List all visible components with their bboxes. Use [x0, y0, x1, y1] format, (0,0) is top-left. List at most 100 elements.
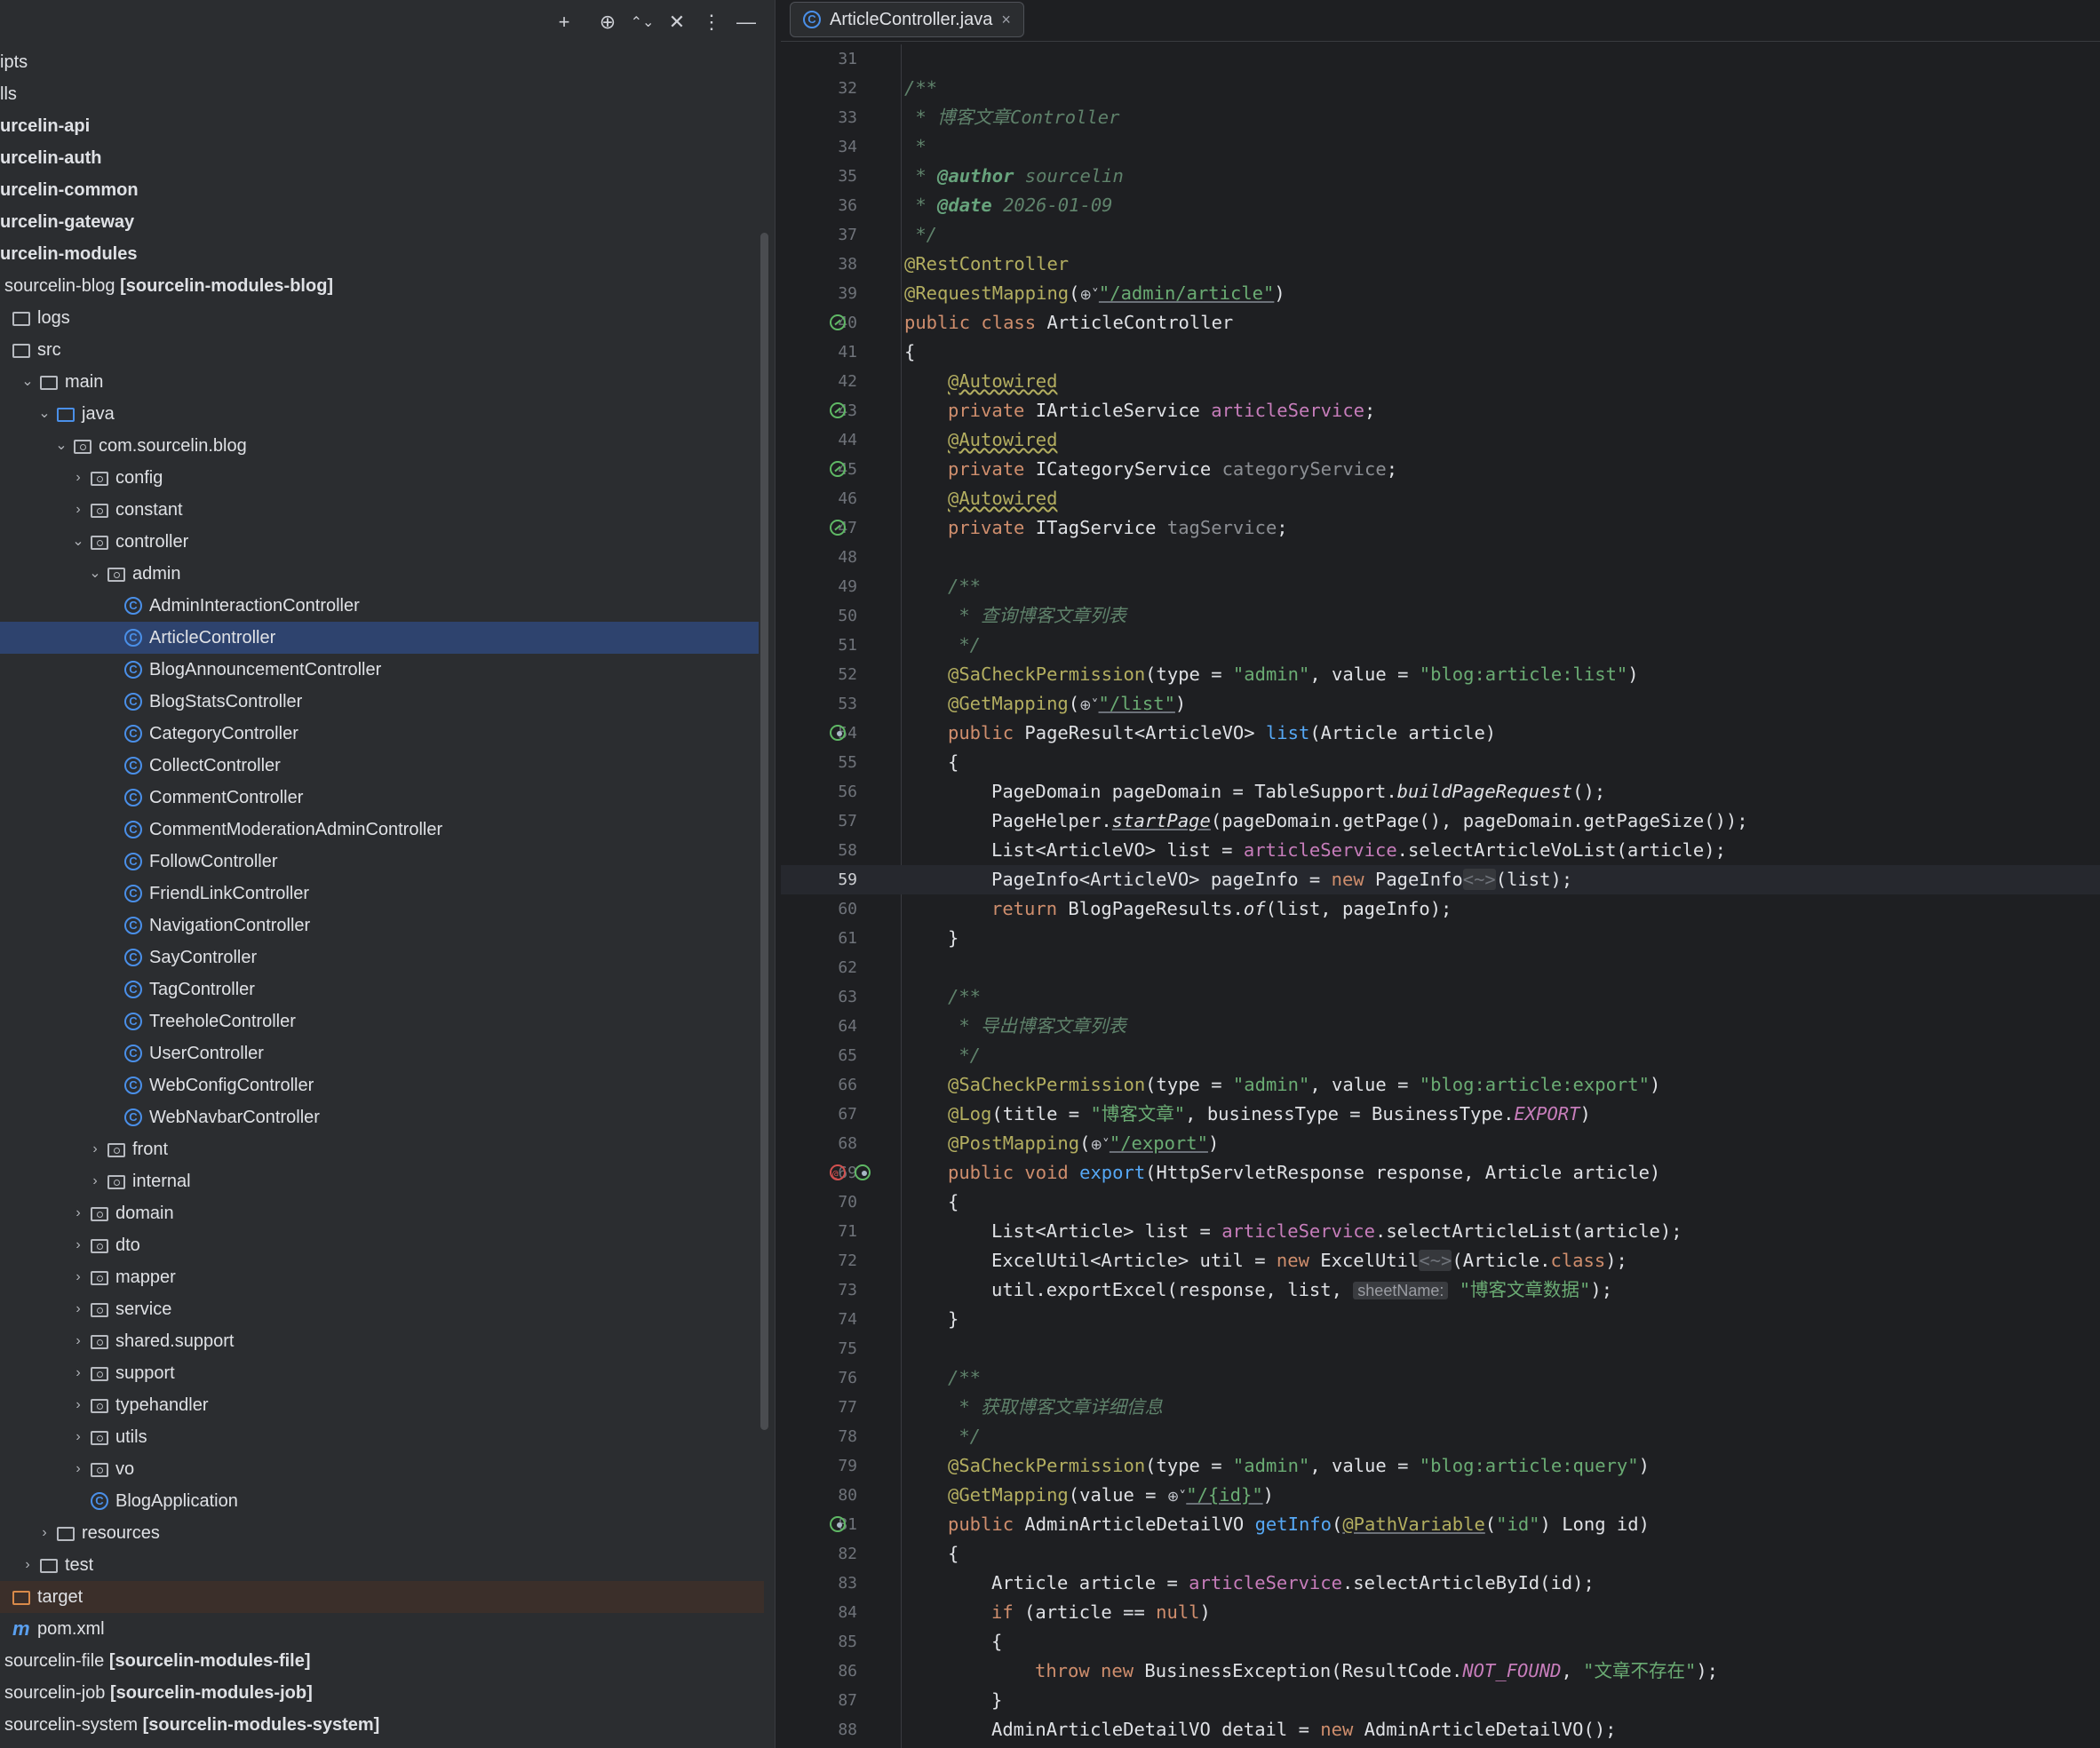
- chevron-down-icon[interactable]: ⌄: [36, 398, 53, 430]
- chevron-right-icon[interactable]: ›: [69, 1421, 87, 1453]
- code-line[interactable]: 87}: [781, 1686, 2100, 1715]
- code-line[interactable]: 57 PageHelper.startPage(pageDomain.getPag…: [781, 806, 2100, 836]
- code-line[interactable]: 44 @Autowired: [781, 425, 2100, 455]
- tree-item[interactable]: C UserController: [0, 1037, 764, 1069]
- code-line[interactable]: 67 @Log(title = "博客文章", businessType = Bu…: [781, 1100, 2100, 1129]
- tree-item[interactable]: › constant: [0, 494, 764, 526]
- new-file-icon[interactable]: +: [549, 7, 579, 37]
- collapse-all-icon[interactable]: ✕: [662, 7, 692, 37]
- tree-item[interactable]: sourcelin-system [sourcelin-modules-syst…: [0, 1709, 764, 1741]
- chevron-down-icon[interactable]: ⌄: [69, 526, 87, 558]
- tree-item[interactable]: › mapper: [0, 1261, 764, 1293]
- tree-item[interactable]: C AdminInteractionController: [0, 590, 764, 622]
- code-line[interactable]: 81 public AdminArticleDetailVO getInfo(@P…: [781, 1510, 2100, 1539]
- panel-divider[interactable]: [775, 0, 781, 1748]
- code-line[interactable]: 63 /**: [781, 982, 2100, 1012]
- code-line[interactable]: 35 * @author sourcelin: [781, 162, 2100, 191]
- code-line[interactable]: 60 return BlogPageResults.of(list, pageIn…: [781, 894, 2100, 924]
- code-line[interactable]: 64 * 导出博客文章列表: [781, 1012, 2100, 1041]
- code-line[interactable]: 80 @GetMapping(value = ⊕˅"/{id}"): [781, 1481, 2100, 1510]
- chevron-right-icon[interactable]: ›: [19, 1549, 36, 1581]
- code-line[interactable]: 38 @RestController: [781, 250, 2100, 279]
- tree-item[interactable]: C FriendLinkController: [0, 878, 764, 910]
- tree-item[interactable]: › typehandler: [0, 1389, 764, 1421]
- tree-item[interactable]: C WebConfigController: [0, 1069, 764, 1101]
- code-line[interactable]: 71 List<Article> list = articleService.se…: [781, 1217, 2100, 1246]
- code-line[interactable]: 46 @Autowired: [781, 484, 2100, 513]
- code-line[interactable]: 79 @SaCheckPermission(type = "admin", val…: [781, 1451, 2100, 1481]
- override-icon[interactable]: [830, 1159, 846, 1188]
- code-line[interactable]: 32 /**: [781, 74, 2100, 103]
- tree-item[interactable]: › front: [0, 1133, 764, 1165]
- code-line[interactable]: 34 *: [781, 132, 2100, 162]
- tree-item[interactable]: C CollectController: [0, 750, 764, 782]
- code-line[interactable]: 84 if (article == null): [781, 1598, 2100, 1627]
- close-icon[interactable]: ×: [1001, 11, 1011, 29]
- code-line[interactable]: 31: [781, 44, 2100, 74]
- code-line[interactable]: 48: [781, 543, 2100, 572]
- tree-item[interactable]: › vo: [0, 1453, 764, 1485]
- code-line[interactable]: 42 @Autowired: [781, 367, 2100, 396]
- code-line[interactable]: 66 @SaCheckPermission(type = "admin", val…: [781, 1070, 2100, 1100]
- web-endpoint-icon[interactable]: [830, 1516, 846, 1532]
- tree-item[interactable]: urcelin-gateway: [0, 206, 764, 238]
- code-line[interactable]: 70 {: [781, 1188, 2100, 1217]
- expand-all-icon[interactable]: ⌃⌄: [627, 7, 657, 37]
- code-line[interactable]: 45 private ICategoryService categoryServi…: [781, 455, 2100, 484]
- tree-item[interactable]: C BlogApplication: [0, 1485, 764, 1517]
- chevron-right-icon[interactable]: ›: [36, 1517, 53, 1549]
- tree-item[interactable]: C CommentController: [0, 782, 764, 814]
- tree-item[interactable]: › shared.support: [0, 1325, 764, 1357]
- code-line[interactable]: 88 AdminArticleDetailVO detail = new Admi…: [781, 1715, 2100, 1744]
- code-line[interactable]: 58 List<ArticleVO> list = articleService.…: [781, 836, 2100, 865]
- code-line[interactable]: 52 @SaCheckPermission(type = "admin", val…: [781, 660, 2100, 689]
- code-line[interactable]: 69 public void export(HttpServletResponse…: [781, 1158, 2100, 1188]
- tree-item[interactable]: ⌄ com.sourcelin.blog: [0, 430, 764, 462]
- tree-item[interactable]: › utils: [0, 1421, 764, 1453]
- code-line[interactable]: 83 Article article = articleService.selec…: [781, 1569, 2100, 1598]
- tree-item[interactable]: ⌄ java: [0, 398, 764, 430]
- tree-item[interactable]: m pom.xml: [0, 1613, 764, 1645]
- chevron-right-icon[interactable]: ›: [69, 1293, 87, 1325]
- chevron-right-icon[interactable]: ›: [69, 1357, 87, 1389]
- tree-item[interactable]: › support: [0, 1357, 764, 1389]
- tree-item[interactable]: C TagController: [0, 973, 764, 1005]
- chevron-right-icon[interactable]: ›: [69, 462, 87, 494]
- tree-item[interactable]: › dto: [0, 1229, 764, 1261]
- spring-bean-icon[interactable]: [830, 461, 846, 477]
- tree-item[interactable]: C BlogStatsController: [0, 686, 764, 718]
- spring-bean-icon[interactable]: [830, 314, 846, 330]
- code-line[interactable]: 85 {: [781, 1627, 2100, 1657]
- code-line[interactable]: 37 */: [781, 220, 2100, 250]
- tree-item[interactable]: target: [0, 1581, 764, 1613]
- tree-item[interactable]: ⌄ main: [0, 366, 764, 398]
- chevron-right-icon[interactable]: ›: [69, 1389, 87, 1421]
- code-line[interactable]: 73 util.exportExcel(response, list, sheet…: [781, 1275, 2100, 1305]
- chevron-right-icon[interactable]: ›: [69, 1325, 87, 1357]
- code-line[interactable]: 41 {: [781, 338, 2100, 367]
- tree-item[interactable]: urcelin-modules: [0, 238, 764, 270]
- code-line[interactable]: 40 public class ArticleController: [781, 308, 2100, 338]
- code-line[interactable]: 47 private ITagService tagService;: [781, 513, 2100, 543]
- tree-item[interactable]: lls: [0, 78, 764, 110]
- code-line[interactable]: 50 * 查询博客文章列表: [781, 601, 2100, 631]
- tree-item[interactable]: › config: [0, 462, 764, 494]
- tree-item[interactable]: › resources: [0, 1517, 764, 1549]
- code-line[interactable]: 43 private IArticleService articleService…: [781, 396, 2100, 425]
- tree-item[interactable]: urcelin-auth: [0, 142, 764, 174]
- code-line[interactable]: 51 */: [781, 631, 2100, 660]
- tree-item[interactable]: logs: [0, 302, 764, 334]
- tree-item[interactable]: ⌄ controller: [0, 526, 764, 558]
- code-line[interactable]: 39 @RequestMapping(⊕˅"/admin/article"): [781, 279, 2100, 308]
- code-line[interactable]: 68 @PostMapping(⊕˅"/export"): [781, 1129, 2100, 1158]
- tree-item[interactable]: C TreeholeController: [0, 1005, 764, 1037]
- tree-item[interactable]: C NavigationController: [0, 910, 764, 942]
- tree-item[interactable]: sourcelin-blog [sourcelin-modules-blog]: [0, 270, 764, 302]
- code-line[interactable]: 61}: [781, 924, 2100, 953]
- code-line[interactable]: 65 */: [781, 1041, 2100, 1070]
- chevron-down-icon[interactable]: ⌄: [86, 558, 104, 590]
- tree-item[interactable]: src: [0, 334, 764, 366]
- chevron-right-icon[interactable]: ›: [69, 1229, 87, 1261]
- hide-panel-icon[interactable]: —: [731, 7, 761, 37]
- tree-item[interactable]: urcelin-api: [0, 110, 764, 142]
